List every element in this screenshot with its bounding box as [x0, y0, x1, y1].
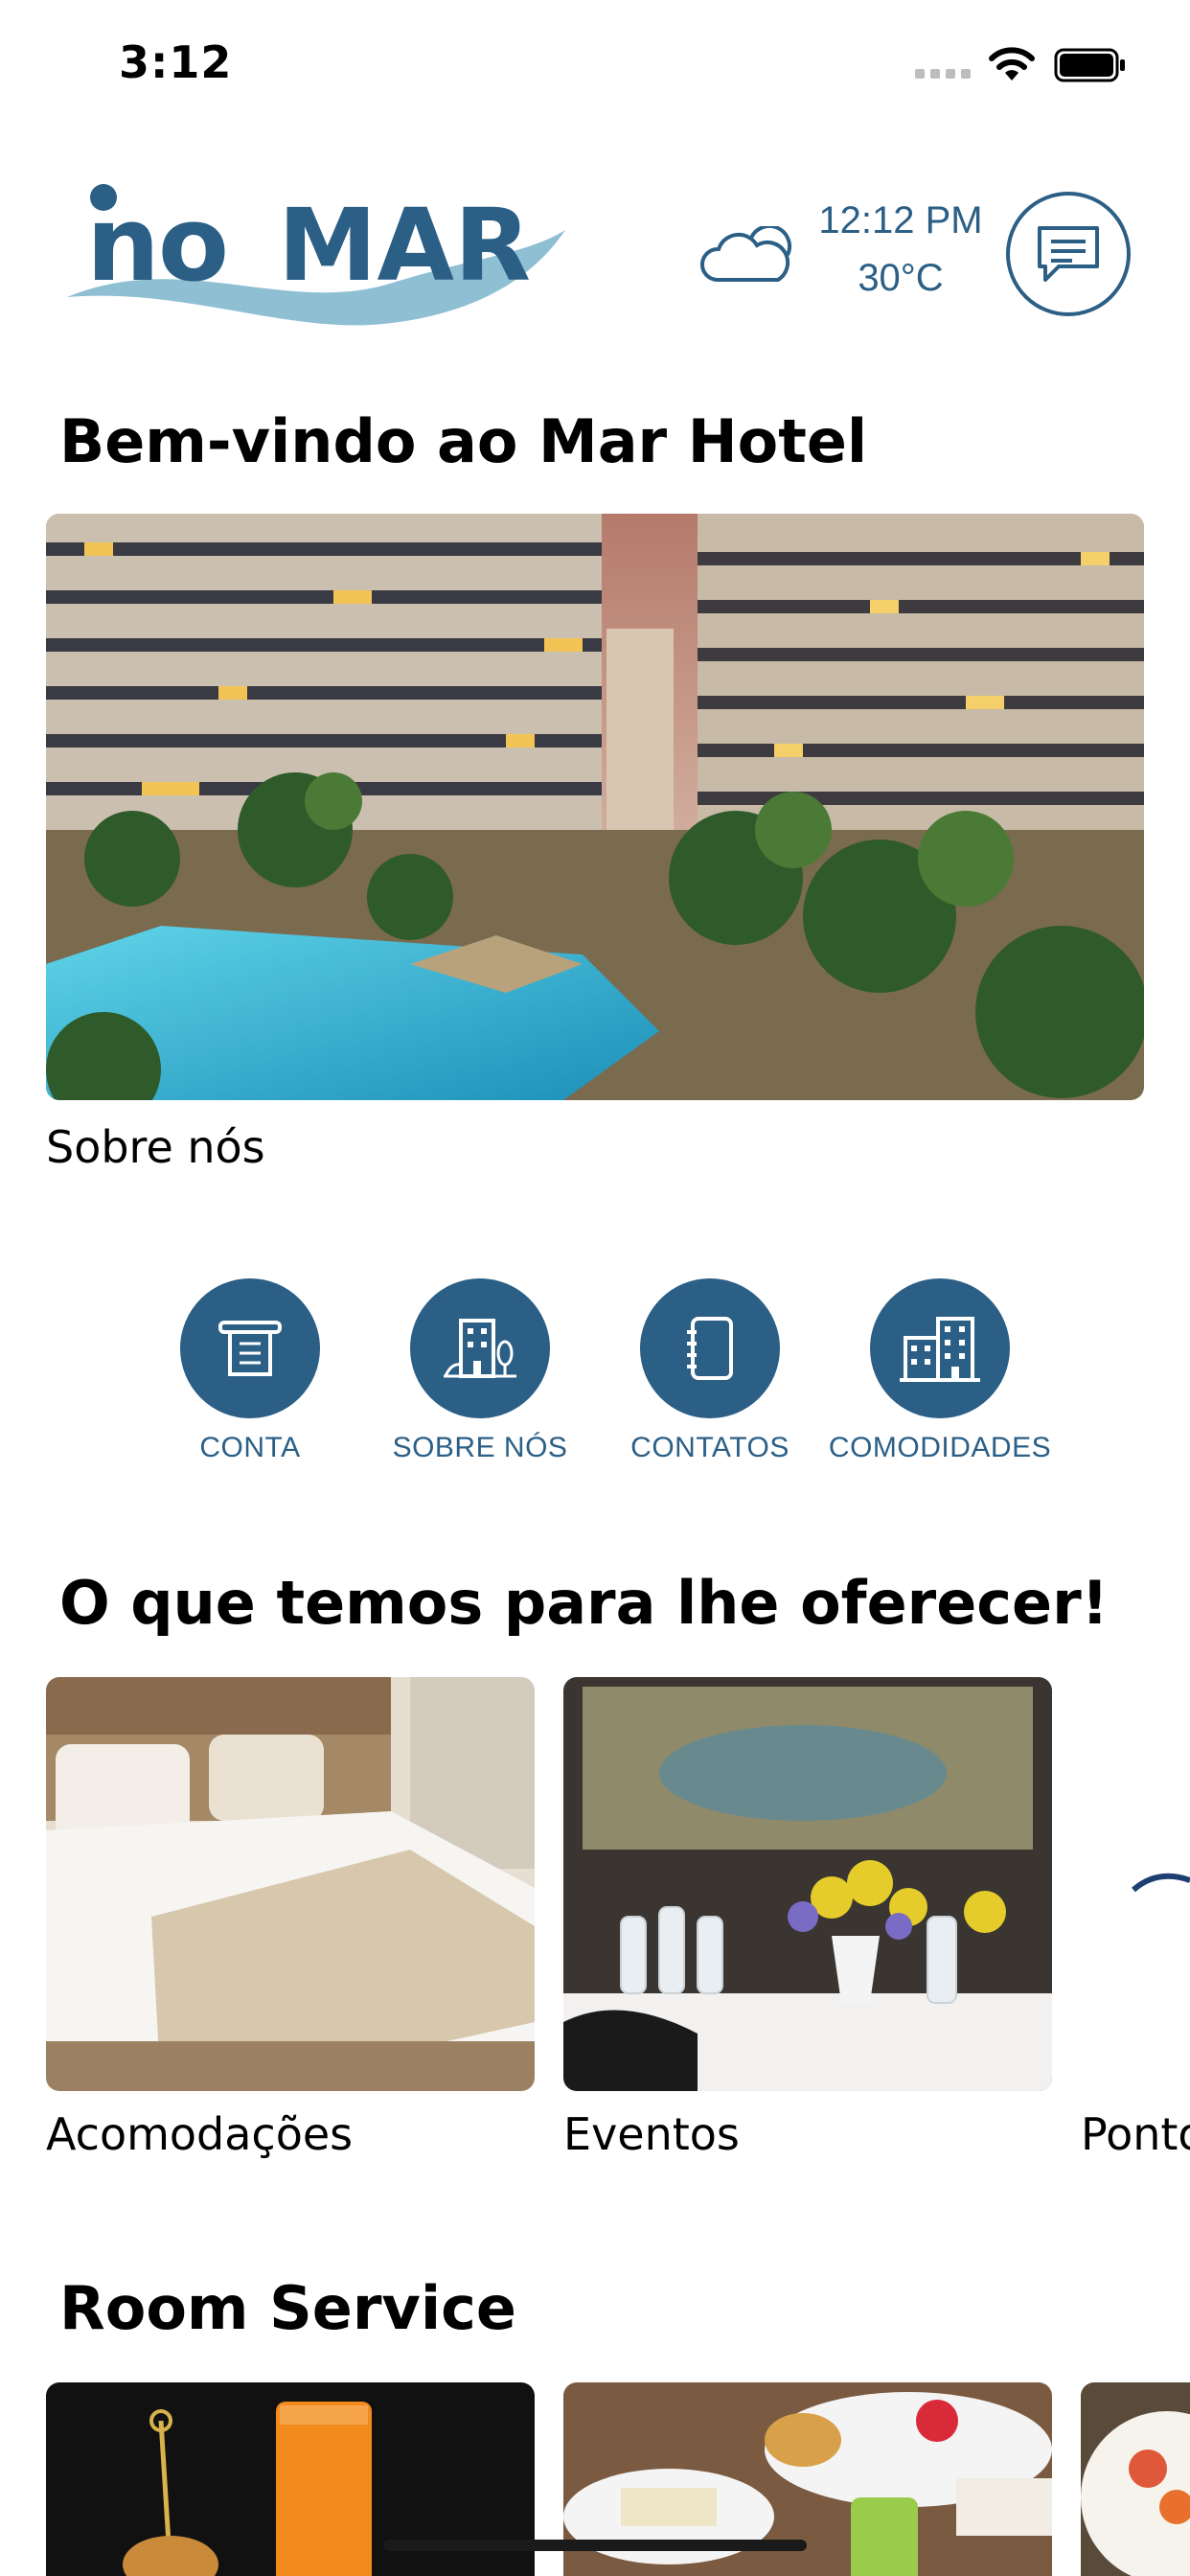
- quick-action-label: COMODIDADES: [828, 1432, 1052, 1463]
- hotel-hero-image[interactable]: [46, 514, 1144, 1100]
- wifi-icon: [989, 47, 1035, 80]
- room-service-title: Room Service: [59, 2273, 516, 2343]
- buildings-icon: [870, 1278, 1010, 1418]
- offers-title: O que temos para lhe oferecer!: [59, 1568, 1109, 1638]
- battery-icon: [1054, 48, 1125, 82]
- home-indicator[interactable]: [383, 2540, 807, 2551]
- welcome-title: Bem-vindo ao Mar Hotel: [59, 406, 868, 476]
- offer-card-eventos[interactable]: [563, 1677, 1052, 2091]
- weather-temperature: 30°C: [858, 257, 944, 299]
- status-bar: 3:12: [0, 0, 1190, 134]
- offer-label[interactable]: Ponto: [1081, 2108, 1190, 2160]
- quick-action-label: CONTA: [199, 1432, 301, 1463]
- quick-action-label: SOBRE NÓS: [392, 1432, 568, 1463]
- offer-card-acomodacoes[interactable]: [46, 1677, 535, 2091]
- quick-action-comodidades[interactable]: COMODIDADES: [825, 1278, 1055, 1464]
- quick-action-label: CONTATOS: [630, 1432, 790, 1463]
- status-time: 3:12: [119, 36, 233, 88]
- offer-label[interactable]: Acomodações: [46, 2108, 353, 2160]
- cellular-signal-icon: [915, 69, 971, 79]
- offer-card-ponto[interactable]: [1081, 1677, 1190, 2091]
- weather-time: 12:12 PM: [818, 199, 983, 242]
- cloud-icon: [700, 226, 791, 282]
- chat-button[interactable]: [1006, 192, 1131, 316]
- no-mar-logo: no MAR: [67, 184, 565, 326]
- hotel-icon: [410, 1278, 550, 1418]
- receipt-icon: [180, 1278, 320, 1418]
- room-service-card[interactable]: [1081, 2382, 1190, 2576]
- offer-label[interactable]: Eventos: [563, 2108, 740, 2160]
- hero-caption[interactable]: Sobre nós: [46, 1121, 265, 1173]
- svg-text:MAR: MAR: [278, 187, 531, 304]
- quick-action-contatos[interactable]: CONTATOS: [595, 1278, 825, 1464]
- chat-icon: [1038, 226, 1099, 282]
- notebook-icon: [640, 1278, 780, 1418]
- quick-action-conta[interactable]: CONTA: [135, 1278, 365, 1464]
- quick-action-sobre-nos[interactable]: SOBRE NÓS: [365, 1278, 595, 1464]
